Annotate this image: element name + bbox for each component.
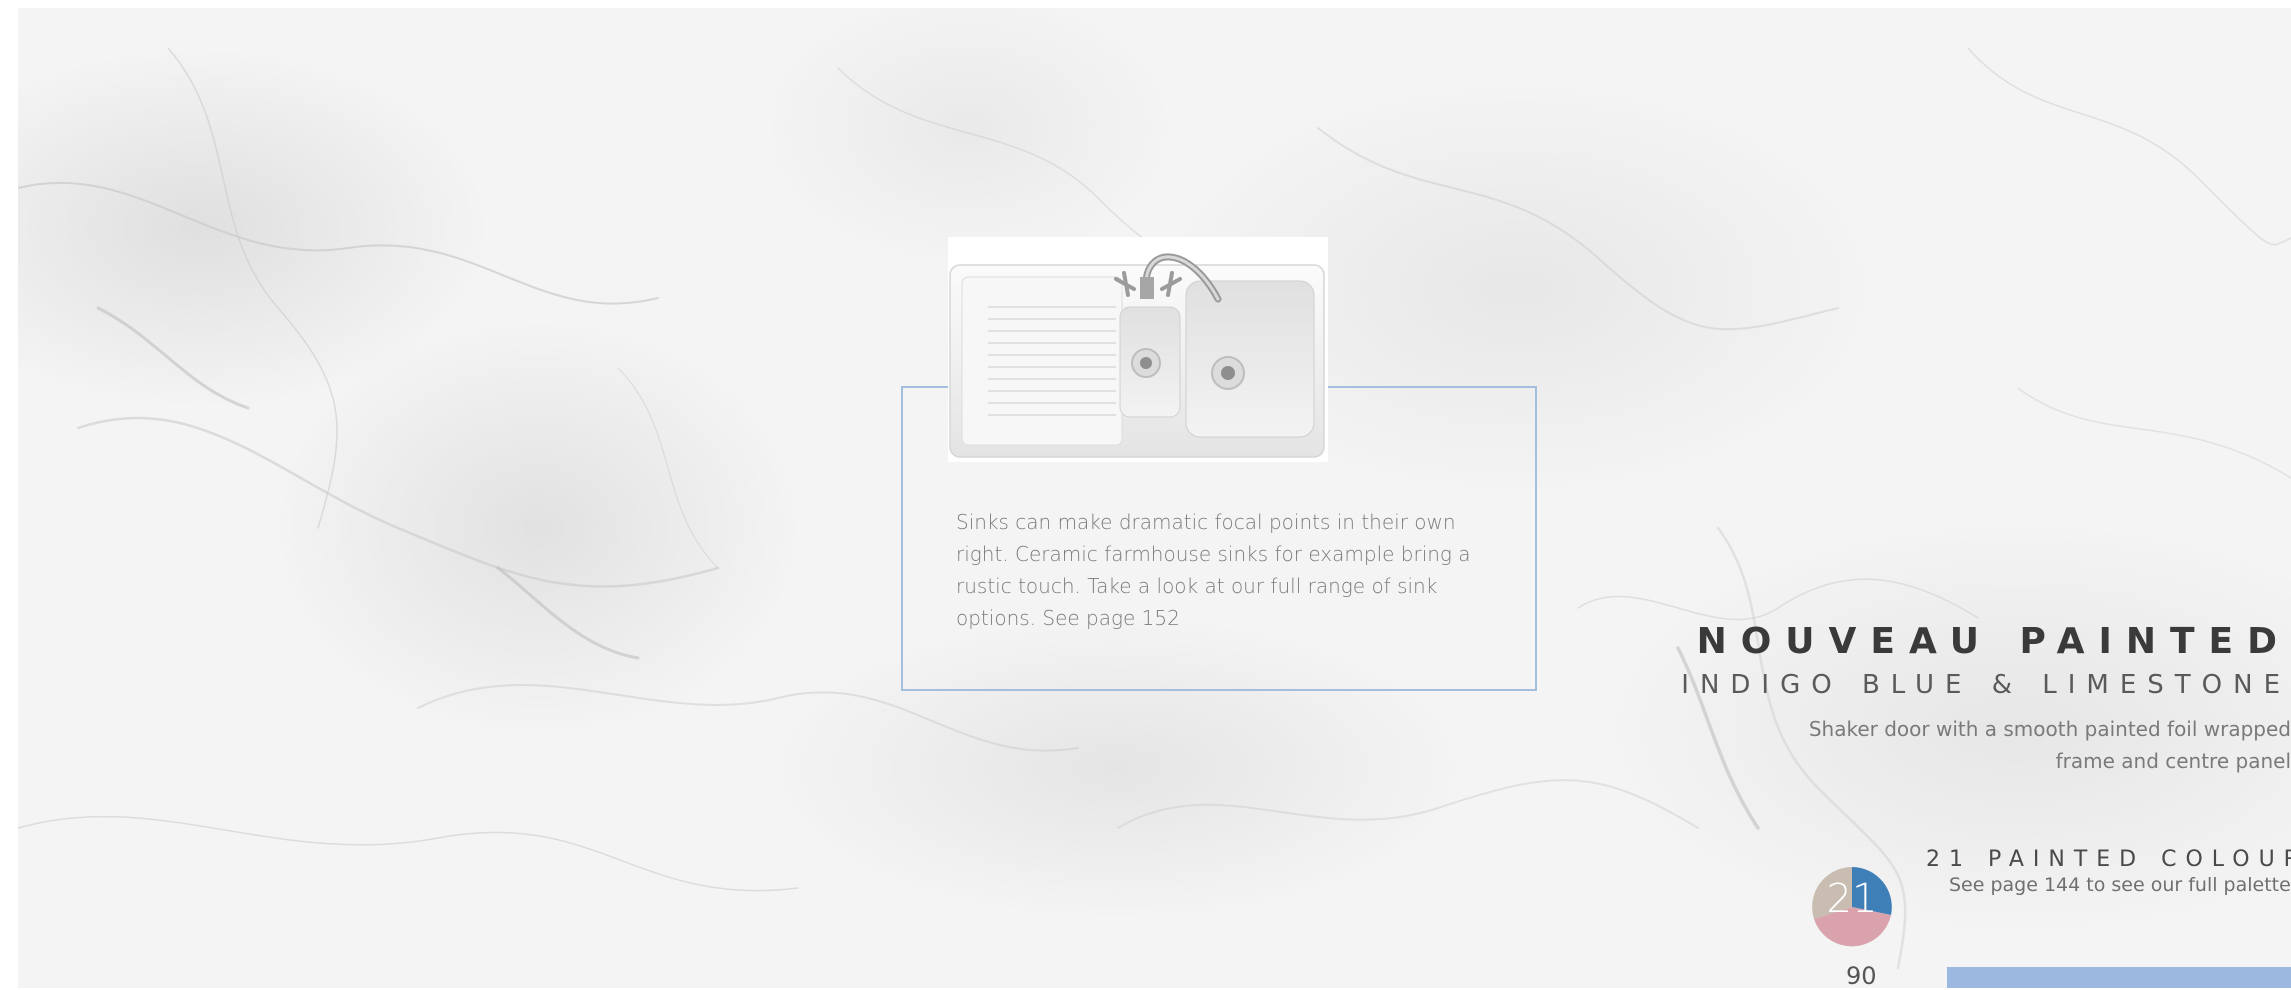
- painted-colours-count: 21: [1826, 876, 1878, 922]
- range-description: Shaker door with a smooth painted foil w…: [1808, 717, 2291, 773]
- range-title: NOUVEAU PAINTED: [1696, 621, 2291, 662]
- ceramic-sink-image: [948, 237, 1328, 462]
- painted-colours-sublabel: See page 144 to see our full palette: [1949, 874, 2291, 896]
- range-colours: INDIGO BLUE & LIMESTONE: [1681, 670, 2291, 700]
- page-number: 90: [1846, 962, 1877, 990]
- sink-callout-text: Sinks can make dramatic focal points in …: [956, 510, 1471, 630]
- painted-colours-label: 21 PAINTED COLOURS: [1926, 847, 2291, 872]
- footer-accent-bar: [1947, 967, 2291, 988]
